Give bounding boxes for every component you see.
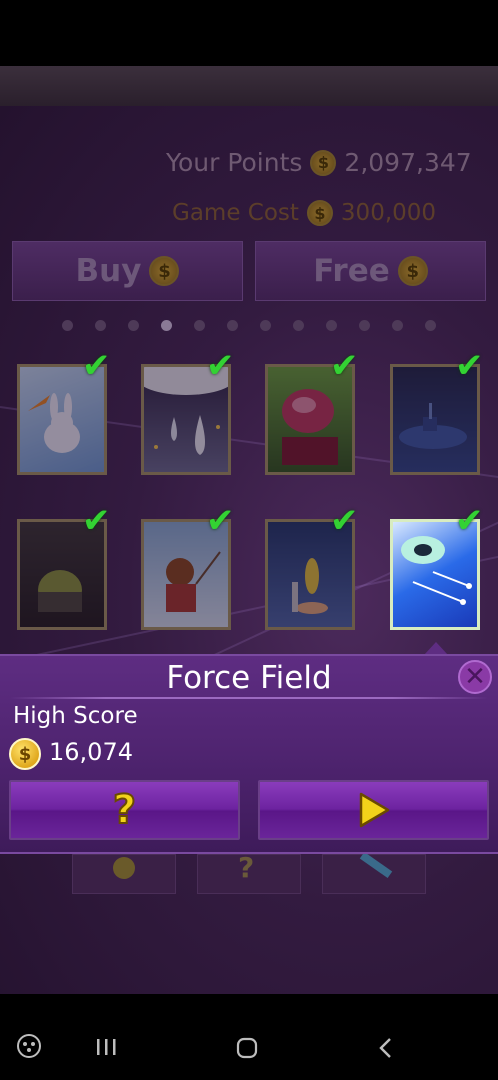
- play-button[interactable]: [258, 780, 489, 840]
- page-dot[interactable]: [425, 320, 436, 331]
- popup-title: Force Field: [166, 660, 332, 696]
- system-nav-bar: [0, 994, 498, 1080]
- close-icon[interactable]: ✕: [458, 660, 492, 694]
- coin-icon: $: [9, 738, 41, 770]
- page-dot[interactable]: [260, 320, 271, 331]
- page-dot[interactable]: [359, 320, 370, 331]
- help-slot-button[interactable]: ?: [197, 851, 301, 894]
- check-icon: ✔: [82, 346, 111, 386]
- coin-icon: $: [310, 149, 337, 176]
- points-value: 2,097,347: [344, 148, 472, 177]
- check-icon: ✔: [455, 346, 484, 386]
- header-bar: [0, 66, 498, 106]
- game-cost-value: 300,000: [340, 200, 437, 226]
- help-button[interactable]: ?: [9, 780, 240, 840]
- home-icon[interactable]: [236, 1037, 258, 1059]
- free-button[interactable]: Free $: [255, 241, 486, 301]
- page-dot[interactable]: [128, 320, 139, 331]
- buy-label: Buy: [75, 253, 142, 289]
- page-dot[interactable]: [392, 320, 403, 331]
- question-icon: ?: [112, 787, 137, 833]
- coin-icon: $: [306, 200, 333, 226]
- page-dot[interactable]: [293, 320, 304, 331]
- page-dot[interactable]: [95, 320, 106, 331]
- page-dot[interactable]: [194, 320, 205, 331]
- high-score-label: High Score: [13, 703, 138, 729]
- page-dot-active[interactable]: [161, 320, 172, 331]
- points-display: Your Points $ 2,097,347: [166, 148, 472, 177]
- medal-button[interactable]: [72, 854, 176, 894]
- buy-button[interactable]: Buy $: [12, 241, 243, 301]
- back-icon[interactable]: [378, 1037, 394, 1059]
- game-launcher-icon[interactable]: [16, 1033, 42, 1059]
- tools-button[interactable]: [322, 851, 426, 894]
- check-icon: ✔: [455, 501, 484, 541]
- medal-icon: [113, 857, 135, 879]
- question-icon: ?: [238, 851, 255, 884]
- free-label: Free: [313, 253, 390, 289]
- high-score-value: 16,074: [49, 738, 133, 766]
- play-icon: [359, 792, 389, 828]
- check-icon: ✔: [330, 501, 359, 541]
- wrench-icon: [359, 851, 393, 879]
- page-dot[interactable]: [227, 320, 238, 331]
- recent-apps-icon[interactable]: [96, 1038, 118, 1056]
- coin-icon: $: [149, 256, 180, 286]
- game-cost-label: Game Cost: [172, 200, 299, 226]
- check-icon: ✔: [82, 501, 111, 541]
- page-dot[interactable]: [326, 320, 337, 331]
- coin-icon: $: [397, 256, 428, 286]
- check-icon: ✔: [206, 501, 235, 541]
- points-label: Your Points: [166, 148, 303, 177]
- page-dot[interactable]: [62, 320, 73, 331]
- check-icon: ✔: [206, 346, 235, 386]
- game-cost-display: Game Cost $ 300,000: [172, 200, 436, 226]
- check-icon: ✔: [330, 346, 359, 386]
- popup-divider: [10, 697, 488, 699]
